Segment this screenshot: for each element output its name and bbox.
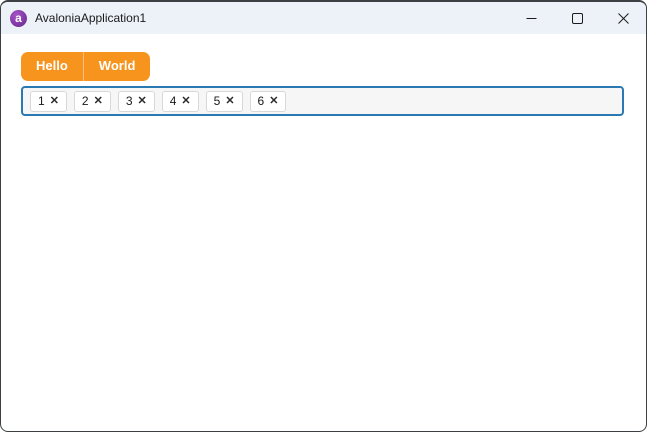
chip: 2 ✕ [73, 90, 111, 112]
chip: 4 ✕ [161, 90, 199, 112]
chip-remove-icon[interactable]: ✕ [94, 95, 103, 107]
title-bar[interactable]: a AvaloniaApplication1 [1, 2, 646, 34]
chip-label: 6 [257, 94, 265, 108]
tab-strip: Hello World [21, 52, 151, 81]
caption-buttons [508, 2, 646, 34]
chip-remove-icon[interactable]: ✕ [138, 95, 147, 107]
chip-input[interactable]: 1 ✕ 2 ✕ 3 ✕ 4 ✕ 5 ✕ 6 ✕ [21, 86, 624, 116]
close-icon [617, 12, 629, 24]
chip-remove-icon[interactable]: ✕ [50, 95, 59, 107]
chip-label: 3 [125, 94, 133, 108]
app-window: a AvaloniaApplication1 Hello World 1 ✕ 2… [0, 0, 647, 432]
chip: 5 ✕ [205, 90, 243, 112]
tab-label: Hello [36, 58, 68, 73]
window-title: AvaloniaApplication1 [35, 11, 147, 25]
tab-label: World [98, 58, 136, 73]
chip-label: 2 [81, 94, 89, 108]
chip-label: 5 [213, 94, 221, 108]
maximize-button[interactable] [554, 2, 600, 34]
close-button[interactable] [600, 2, 646, 34]
chip-remove-icon[interactable]: ✕ [269, 95, 278, 107]
maximize-icon [571, 12, 583, 24]
chip-label: 1 [38, 94, 45, 108]
chip-remove-icon[interactable]: ✕ [181, 95, 190, 107]
chip: 3 ✕ [117, 90, 155, 112]
chip-remove-icon[interactable]: ✕ [225, 95, 234, 107]
avalonia-logo-icon: a [10, 9, 27, 27]
tab-item[interactable]: World [82, 52, 151, 81]
chip-label: 4 [169, 94, 177, 108]
client-area: Hello World 1 ✕ 2 ✕ 3 ✕ 4 ✕ 5 ✕ 6 ✕ [1, 34, 646, 116]
minimize-icon [526, 17, 536, 19]
chip: 1 ✕ [30, 90, 67, 112]
chip: 6 ✕ [249, 90, 287, 112]
minimize-button[interactable] [508, 2, 554, 34]
tab-item[interactable]: Hello [21, 52, 83, 81]
